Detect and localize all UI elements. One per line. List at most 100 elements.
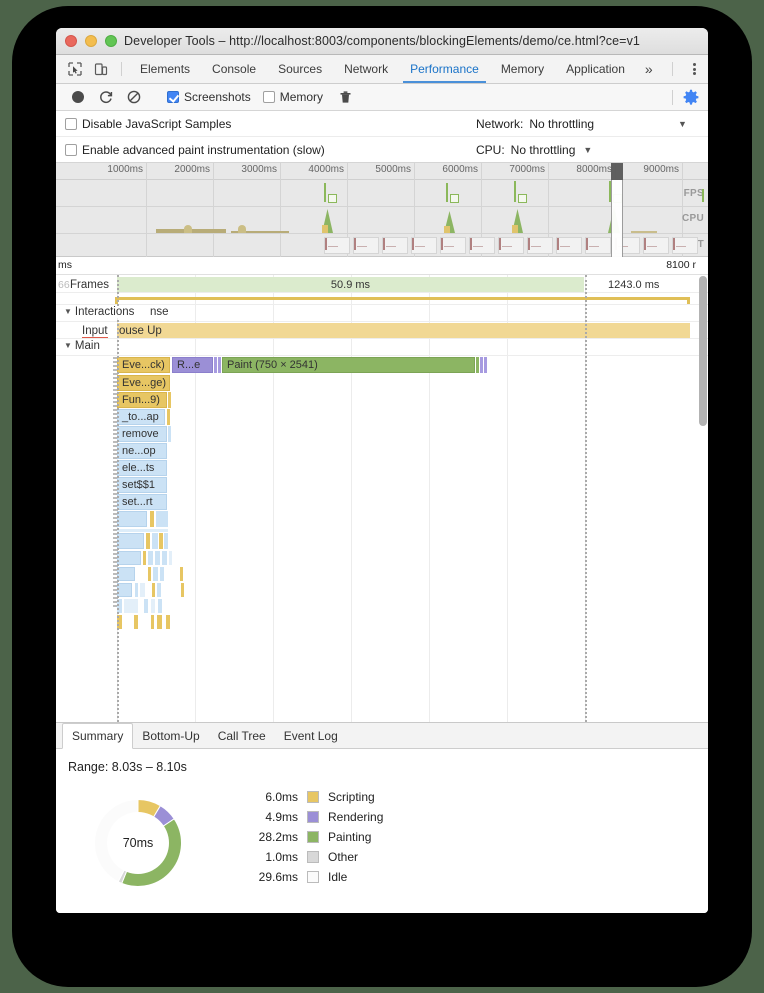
legend-label: Other (328, 850, 359, 864)
main-bar[interactable] (117, 551, 141, 565)
interactions-overlap-text: nse (150, 306, 169, 318)
net-marker (412, 238, 414, 250)
section-label-interactions[interactable]: ▼ Interactions (64, 306, 137, 318)
legend-row: 1.0ms Other (246, 847, 383, 867)
cpu-throttling-control[interactable]: CPU: No throttling ▼ (476, 143, 592, 157)
main-bar[interactable]: Eve...ge) (117, 375, 170, 391)
main-bar[interactable]: Eve...ck) (117, 357, 170, 373)
overview-tick: 4000ms (308, 164, 344, 175)
tab-network[interactable]: Network (333, 55, 399, 83)
advanced-paint-checkbox[interactable]: Enable advanced paint instrumentation (s… (65, 143, 325, 157)
main-bar[interactable]: set$$1 (117, 477, 167, 493)
overview-tick: 3000ms (241, 164, 277, 175)
collapse-triangle-icon-main[interactable]: ▼ (64, 341, 72, 350)
more-options-icon[interactable] (680, 55, 708, 83)
overview-tick: 9000ms (643, 164, 679, 175)
minimize-button[interactable] (85, 35, 97, 47)
main-bar[interactable]: _to...ap (117, 409, 165, 425)
main-bar[interactable]: remove (117, 426, 167, 442)
tab-summary[interactable]: Summary (62, 723, 134, 749)
cpu-activity (444, 226, 450, 233)
tab-memory[interactable]: Memory (490, 55, 555, 83)
legend-swatch-painting (307, 831, 319, 843)
tab-elements[interactable]: Elements (129, 55, 201, 83)
section-label-frames[interactable]: Frames (70, 279, 111, 291)
interaction-overlap-text: ouse Up (119, 325, 162, 337)
net-marker (441, 238, 443, 250)
flame-chart[interactable]: ms 8040 ms 8050 ms 8060 ms 8070 ms 8080 … (56, 257, 708, 723)
record-button[interactable] (64, 84, 92, 111)
reload-and-record-button[interactable] (92, 84, 120, 111)
interaction-label-input: Input (82, 325, 108, 338)
tab-console[interactable]: Console (201, 55, 267, 83)
tab-event-log[interactable]: Event Log (275, 723, 347, 748)
legend-swatch-idle (307, 871, 319, 883)
main-bar[interactable] (117, 583, 132, 597)
memory-checkbox[interactable]: Memory (262, 90, 323, 104)
main-bar[interactable] (117, 529, 168, 532)
frame-bar[interactable]: 50.9 ms (117, 277, 585, 292)
overview-tick: 1000ms (107, 164, 143, 175)
summary-donut-chart: 70ms (82, 787, 194, 899)
screenshots-checkbox[interactable]: Screenshots (167, 90, 251, 104)
disable-js-samples-checkbox[interactable]: Disable JavaScript Samples (65, 117, 231, 131)
frame-bar-next[interactable]: 1243.0 ms (586, 277, 696, 292)
delete-icon[interactable] (331, 84, 359, 111)
tab-performance[interactable]: Performance (399, 55, 490, 83)
timeline-overview[interactable]: 1000ms 2000ms 3000ms 4000ms 5000ms 6000m… (56, 163, 708, 257)
clear-recording-button[interactable] (120, 84, 148, 111)
main-bar[interactable]: R...e (172, 357, 213, 373)
more-tabs-button[interactable]: » (636, 55, 662, 83)
tab-call-tree[interactable]: Call Tree (209, 723, 275, 748)
window-titlebar: Developer Tools – http://localhost:8003/… (56, 28, 708, 55)
interaction-bar[interactable] (117, 323, 690, 338)
ruler-right-partial: 8100 r (666, 259, 696, 271)
net-bar (531, 246, 541, 247)
main-bar[interactable]: Fun...9) (117, 392, 167, 408)
main-bar[interactable] (117, 511, 147, 527)
device-toolbar-icon[interactable] (88, 55, 114, 83)
legend-row: 4.9ms Rendering (246, 807, 383, 827)
network-throttling-control[interactable]: Network: No throttling ▼ (476, 117, 687, 131)
legend-row: 28.2ms Painting (246, 827, 383, 847)
donut-svg: 70ms (94, 798, 182, 887)
cpu-throttling-value: No throttling (510, 142, 576, 157)
net-marker (470, 238, 472, 250)
flame-chart-ruler: ms (56, 257, 708, 275)
legend-value: 6.0ms (265, 790, 298, 804)
net-marker (499, 238, 501, 250)
main-bar[interactable] (117, 533, 144, 549)
flame-chart-scrollbar[interactable] (699, 276, 707, 426)
overview-tick: 7000ms (509, 164, 545, 175)
overview-lane-cpu: CPU (681, 213, 704, 224)
main-bar[interactable]: set...rt (117, 494, 167, 510)
main-bar[interactable]: ele...ts (117, 460, 167, 476)
capture-settings-gear-icon[interactable] (672, 89, 699, 105)
selection-marker-right (585, 275, 587, 722)
fps-frame-box (518, 194, 527, 203)
collapse-triangle-icon[interactable]: ▼ (64, 307, 72, 316)
legend-swatch-other (307, 851, 319, 863)
legend-row: 6.0ms Scripting (246, 787, 383, 807)
overview-tick: 8000ms (576, 164, 612, 175)
tab-bottom-up[interactable]: Bottom-Up (133, 723, 208, 748)
main-bar[interactable] (117, 567, 135, 581)
legend-swatch-rendering (307, 811, 319, 823)
maximize-button[interactable] (105, 35, 117, 47)
chevron-down-icon-cpu[interactable]: ▼ (583, 145, 592, 155)
overview-selection-window[interactable] (611, 163, 623, 257)
screenshots-checkbox-box (167, 91, 179, 103)
chevron-down-icon[interactable]: ▼ (678, 119, 687, 129)
close-button[interactable] (65, 35, 77, 47)
tab-sources[interactable]: Sources (267, 55, 333, 83)
inspect-element-icon[interactable] (62, 55, 88, 83)
details-drawer: Summary Bottom-Up Call Tree Event Log Ra… (56, 723, 708, 913)
selection-handle-right[interactable] (617, 163, 623, 180)
disable-js-samples-box (65, 117, 77, 130)
tab-application[interactable]: Application (555, 55, 636, 83)
section-label-main[interactable]: ▼ Main (64, 340, 102, 352)
main-bar[interactable]: Paint (750 × 2541) (222, 357, 475, 373)
summary-range: Range: 8.03s – 8.10s (68, 760, 187, 774)
main-bar[interactable]: ne...op (117, 443, 167, 459)
toolbar-divider-right (672, 62, 673, 76)
